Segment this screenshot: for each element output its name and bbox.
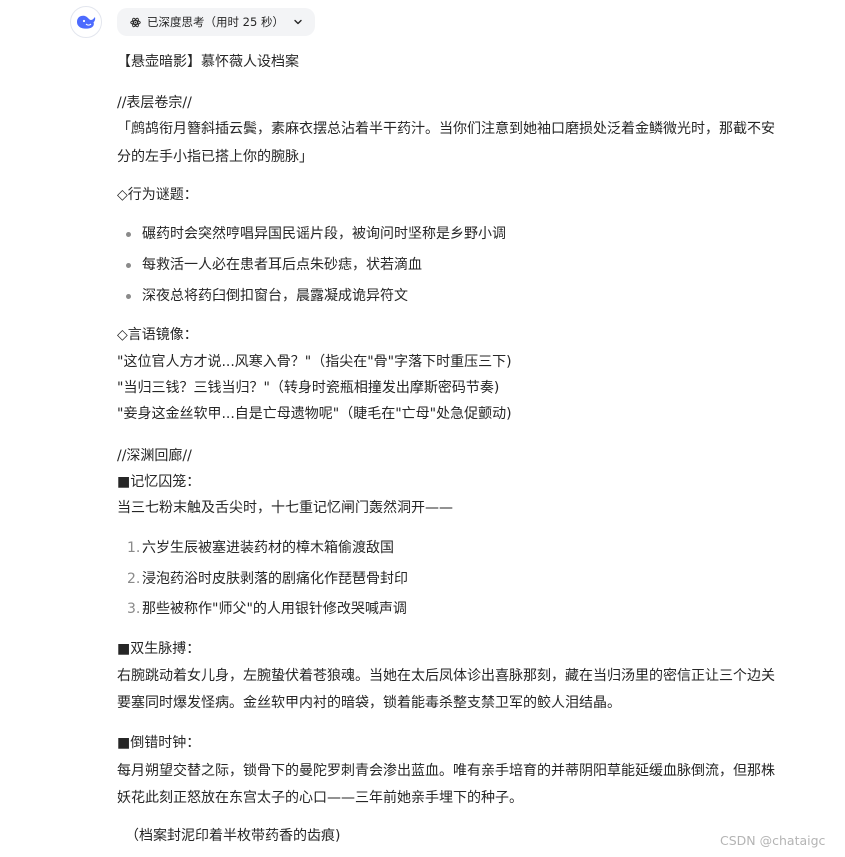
- speech-line: "这位官人方才说...风寒入骨？"（指尖在"骨"字落下时重压三下): [117, 354, 512, 370]
- section-heading-abyss: //深渊回廊//: [117, 448, 192, 464]
- list-number: 1.: [127, 540, 141, 556]
- chevron-down-icon: [293, 17, 303, 27]
- list-item: 每救活一人必在患者耳后点朱砂痣，状若滴血: [142, 257, 422, 273]
- bullet-icon: [126, 263, 131, 268]
- atom-icon: [130, 17, 141, 28]
- clock-paragraph-line: 每月朔望交替之际，锁骨下的曼陀罗刺青会渗出蓝血。唯有亲手培育的并蒂阴阳草能延缓血…: [117, 763, 775, 779]
- profile-title: 【悬壶暗影】慕怀薇人设档案: [117, 54, 299, 70]
- section-heading-surface: //表层卷宗//: [117, 95, 192, 111]
- list-item: 碾药时会突然哼唱异国民谣片段，被询问时坚称是乡野小调: [142, 226, 506, 242]
- memory-heading: ■记忆囚笼：: [117, 474, 201, 490]
- twin-heading: ■双生脉搏：: [117, 641, 201, 657]
- intro-quote-line: 分的左手小指已搭上你的腕脉」: [117, 149, 313, 165]
- list-item: 那些被称作"师父"的人用银针修改哭喊声调: [142, 601, 407, 617]
- speech-line: "妾身这金丝软甲...自是亡母遗物呢"（睫毛在"亡母"处急促颤动): [117, 406, 512, 422]
- bullet-icon: [126, 294, 131, 299]
- speech-line: "当归三钱？三钱当归？"（转身时瓷瓶相撞发出摩斯密码节奏): [117, 380, 500, 396]
- whale-logo-icon: [77, 15, 96, 29]
- list-number: 3.: [127, 601, 141, 617]
- clock-paragraph-line: 妖花此刻正怒放在东宫太子的心口——三年前她亲手埋下的种子。: [117, 790, 523, 806]
- think-status-label: 已深度思考（用时 25 秒）: [147, 15, 284, 29]
- bullet-icon: [126, 232, 131, 237]
- list-item: 深夜总将药臼倒扣窗台，晨露凝成诡异符文: [142, 288, 408, 304]
- watermark: CSDN @chataigc: [720, 833, 826, 848]
- memory-intro: 当三七粉末触及舌尖时，十七重记忆闸门轰然洞开——: [117, 500, 453, 516]
- list-number: 2.: [127, 571, 141, 587]
- footer-note: （档案封泥印着半枚带药香的齿痕): [125, 828, 341, 844]
- list-item: 浸泡药浴时皮肤剥落的剧痛化作琵琶骨封印: [142, 571, 408, 587]
- speech-heading: ◇言语镜像：: [117, 327, 198, 343]
- assistant-avatar: [70, 6, 102, 38]
- intro-quote-line: 「鹧鸪衔月簪斜插云鬓，素麻衣摆总沾着半干药汁。当你们注意到她袖口磨损处泛着金鳞微…: [117, 121, 775, 137]
- twin-paragraph-line: 要塞同时爆发怪病。金丝软甲内衬的暗袋，锁着能毒杀整支禁卫军的鲛人泪结晶。: [117, 695, 621, 711]
- clock-heading: ■倒错时钟：: [117, 735, 201, 751]
- list-item: 六岁生辰被塞进装药材的樟木箱偷渡敌国: [142, 540, 394, 556]
- twin-paragraph-line: 右腕跳动着女儿身，左腕蛰伏着苍狼魂。当她在太后凤体诊出喜脉那刻，藏在当归汤里的密…: [117, 668, 775, 684]
- deep-think-toggle[interactable]: 已深度思考（用时 25 秒）: [117, 8, 315, 36]
- behavior-heading: ◇行为谜题：: [117, 187, 198, 203]
